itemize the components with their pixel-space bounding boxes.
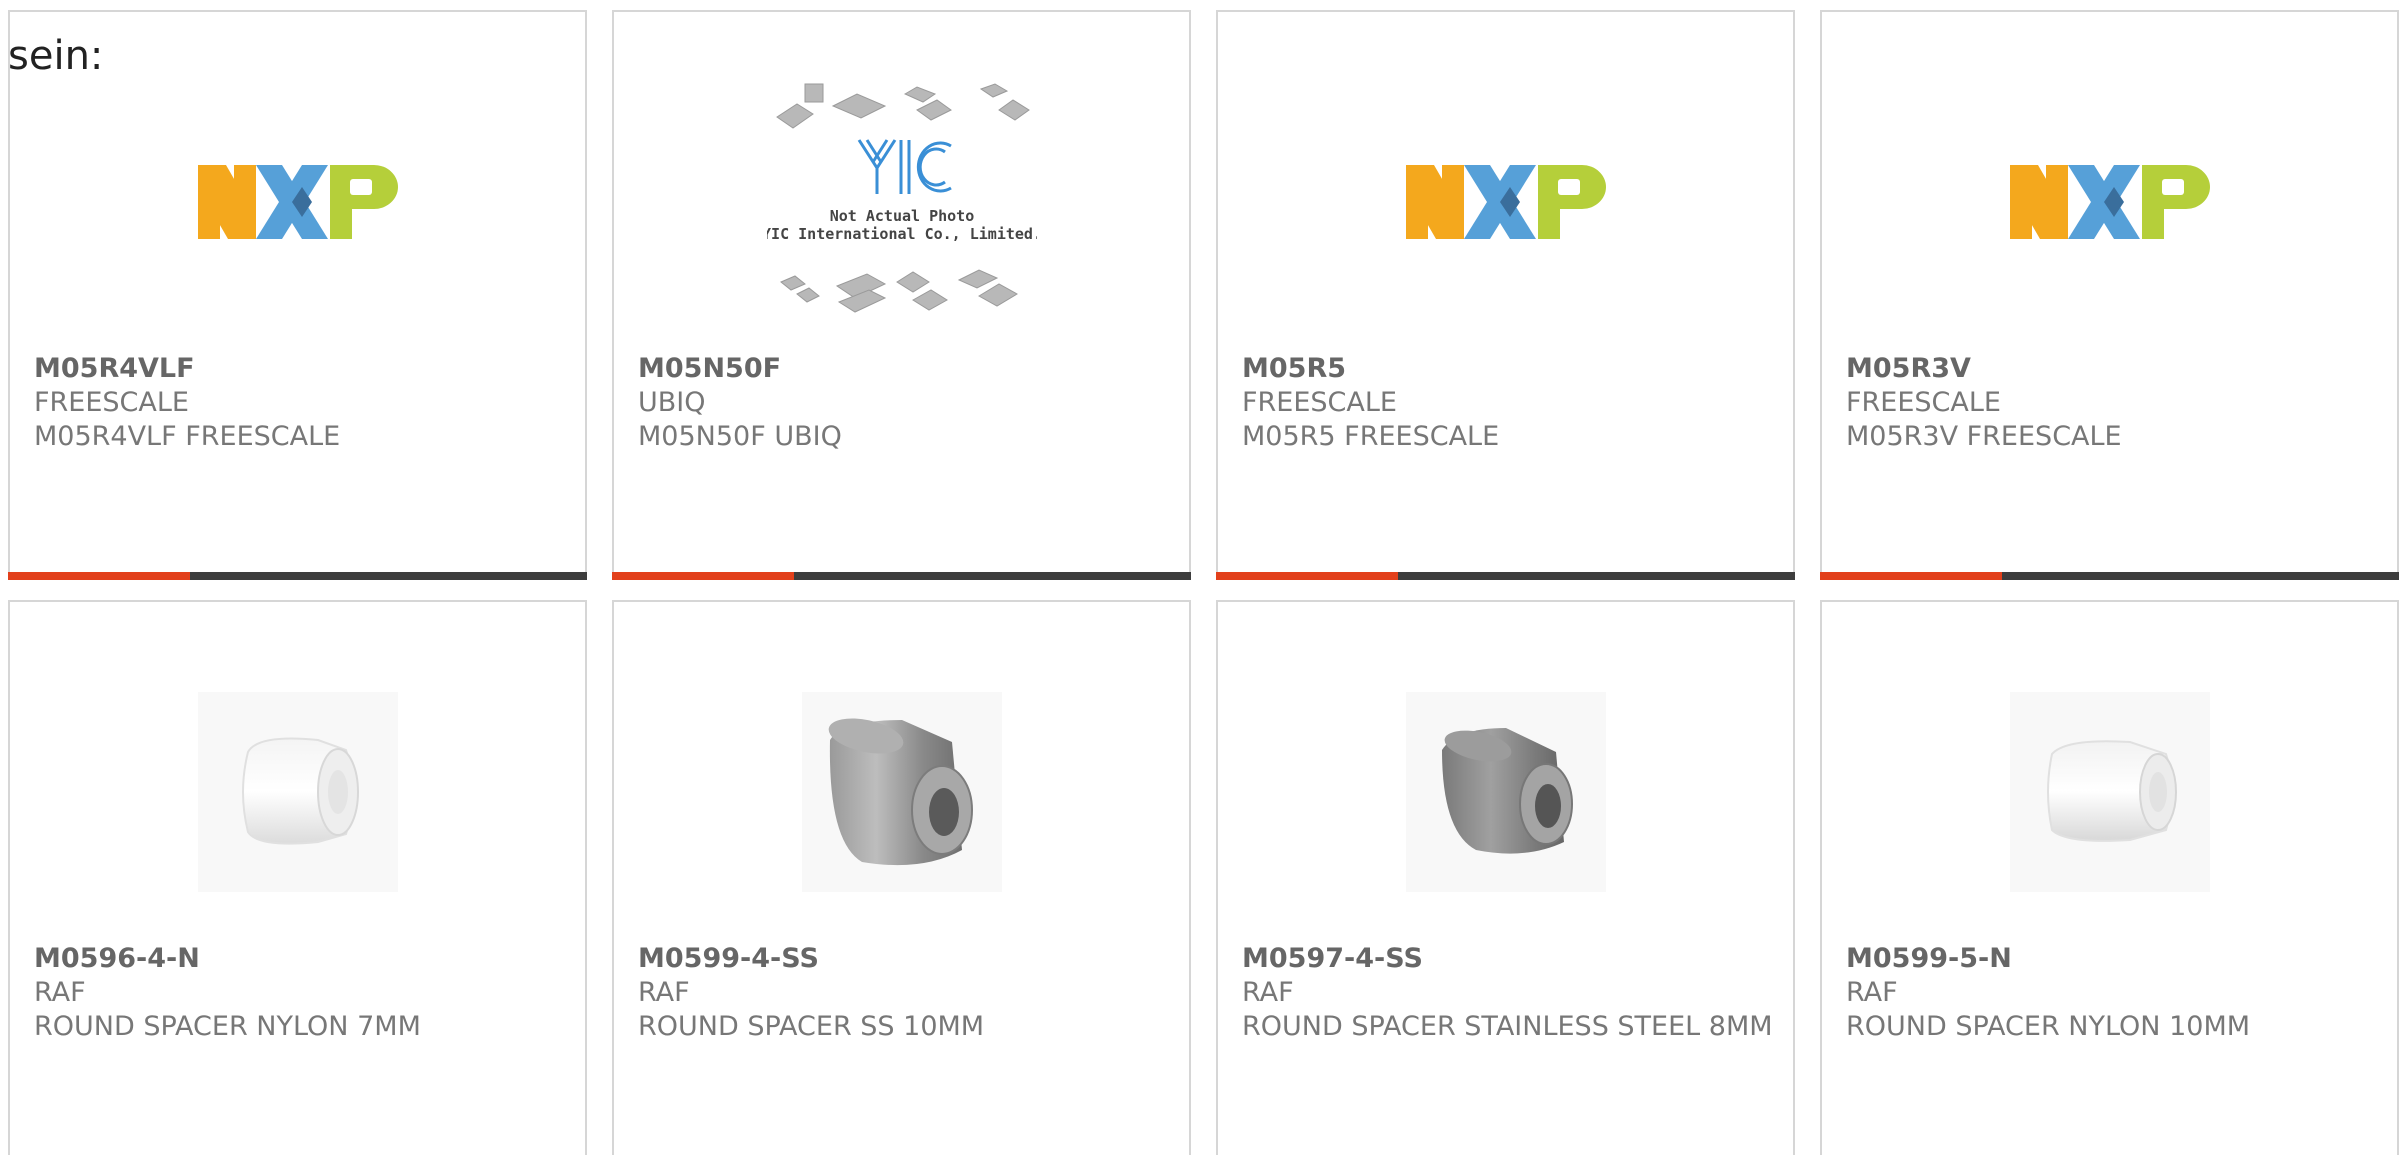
nxp-logo-icon [2009,165,2210,239]
chip-packages-bottom-icon [779,269,1018,313]
product-listing-page: sein: M05R4VLF FREESCALE M05R4VLF FREESC… [0,0,2400,1155]
product-description: ROUND SPACER STAINLESS STEEL 8MM [1242,1011,1773,1042]
nxp-logo-icon [1405,165,1606,239]
product-info: M05R5 FREESCALE M05R5 FREESCALE [1242,352,1775,454]
product-description: M05N50F UBIQ [638,421,842,452]
product-description: ROUND SPACER NYLON 7MM [34,1011,421,1042]
product-manufacturer: RAF [34,977,86,1008]
product-description: ROUND SPACER SS 10MM [638,1011,985,1042]
product-part-number[interactable]: M0599-5-N [1846,942,2379,976]
product-info: M0599-5-N RAF ROUND SPACER NYLON 10MM [1846,942,2379,1044]
not-actual-photo-placeholder: Not Actual Photo YIC International Co., … [767,83,1037,313]
product-image: Not Actual Photo YIC International Co., … [614,82,1189,322]
product-card[interactable]: M0597-4-SS RAF ROUND SPACER STAINLESS ST… [1216,600,1795,1155]
product-image [1218,672,1793,912]
product-image [1822,672,2397,912]
product-manufacturer: UBIQ [638,387,706,418]
nylon-spacer-photo [2009,692,2210,892]
nylon-spacer-photo [197,692,398,892]
product-part-number[interactable]: M05R3V [1846,352,2379,386]
product-description: M05R5 FREESCALE [1242,421,1500,452]
product-description: ROUND SPACER NYLON 10MM [1846,1011,2251,1042]
product-description: M05R3V FREESCALE [1846,421,2122,452]
product-info: M0596-4-N RAF ROUND SPACER NYLON 7MM [34,942,567,1044]
card-bottom-bar [612,572,1191,580]
placeholder-line2: YIC International Co., Limited. [767,225,1037,243]
product-part-number[interactable]: M0599-4-SS [638,942,1171,976]
product-grid: M05R4VLF FREESCALE M05R4VLF FREESCALE No… [8,10,2399,1155]
card-accent-bar [612,572,794,580]
card-accent-bar [1820,572,2002,580]
product-manufacturer: FREESCALE [34,387,189,418]
yic-logo-icon [857,139,952,194]
product-image [10,672,585,912]
placeholder-line1: Not Actual Photo [829,207,974,225]
product-manufacturer: RAF [1846,977,1898,1008]
card-bottom-bar [1216,572,1795,580]
product-info: M0599-4-SS RAF ROUND SPACER SS 10MM [638,942,1171,1044]
product-info: M0597-4-SS RAF ROUND SPACER STAINLESS ST… [1242,942,1775,1044]
product-part-number[interactable]: M0597-4-SS [1242,942,1775,976]
product-manufacturer: RAF [1242,977,1294,1008]
product-manufacturer: RAF [638,977,690,1008]
steel-spacer-photo [1405,692,1606,892]
product-image [1822,82,2397,322]
product-part-number[interactable]: M05R4VLF [34,352,567,386]
product-image [10,82,585,322]
card-bottom-bar [1820,572,2399,580]
product-part-number[interactable]: M05R5 [1242,352,1775,386]
card-bottom-bar [8,572,587,580]
product-part-number[interactable]: M0596-4-N [34,942,567,976]
product-manufacturer: FREESCALE [1242,387,1397,418]
product-info: M05R4VLF FREESCALE M05R4VLF FREESCALE [34,352,567,454]
intro-text: sein: [8,33,104,79]
product-card[interactable]: M0596-4-N RAF ROUND SPACER NYLON 7MM [8,600,587,1155]
card-accent-bar [1216,572,1398,580]
chip-packages-top-icon [775,83,1030,129]
product-info: M05N50F UBIQ M05N50F UBIQ [638,352,1171,454]
steel-spacer-photo [801,692,1002,892]
product-info: M05R3V FREESCALE M05R3V FREESCALE [1846,352,2379,454]
product-card[interactable]: M05R3V FREESCALE M05R3V FREESCALE [1820,10,2399,580]
product-card[interactable]: M0599-4-SS RAF ROUND SPACER SS 10MM [612,600,1191,1155]
nxp-logo-icon [197,165,398,239]
product-image [614,672,1189,912]
product-card[interactable]: M05R4VLF FREESCALE M05R4VLF FREESCALE [8,10,587,580]
product-card[interactable]: Not Actual Photo YIC International Co., … [612,10,1191,580]
product-part-number[interactable]: M05N50F [638,352,1171,386]
product-image [1218,82,1793,322]
product-manufacturer: FREESCALE [1846,387,2001,418]
card-accent-bar [8,572,190,580]
product-card[interactable]: M0599-5-N RAF ROUND SPACER NYLON 10MM [1820,600,2399,1155]
product-card[interactable]: M05R5 FREESCALE M05R5 FREESCALE [1216,10,1795,580]
product-description: M05R4VLF FREESCALE [34,421,341,452]
